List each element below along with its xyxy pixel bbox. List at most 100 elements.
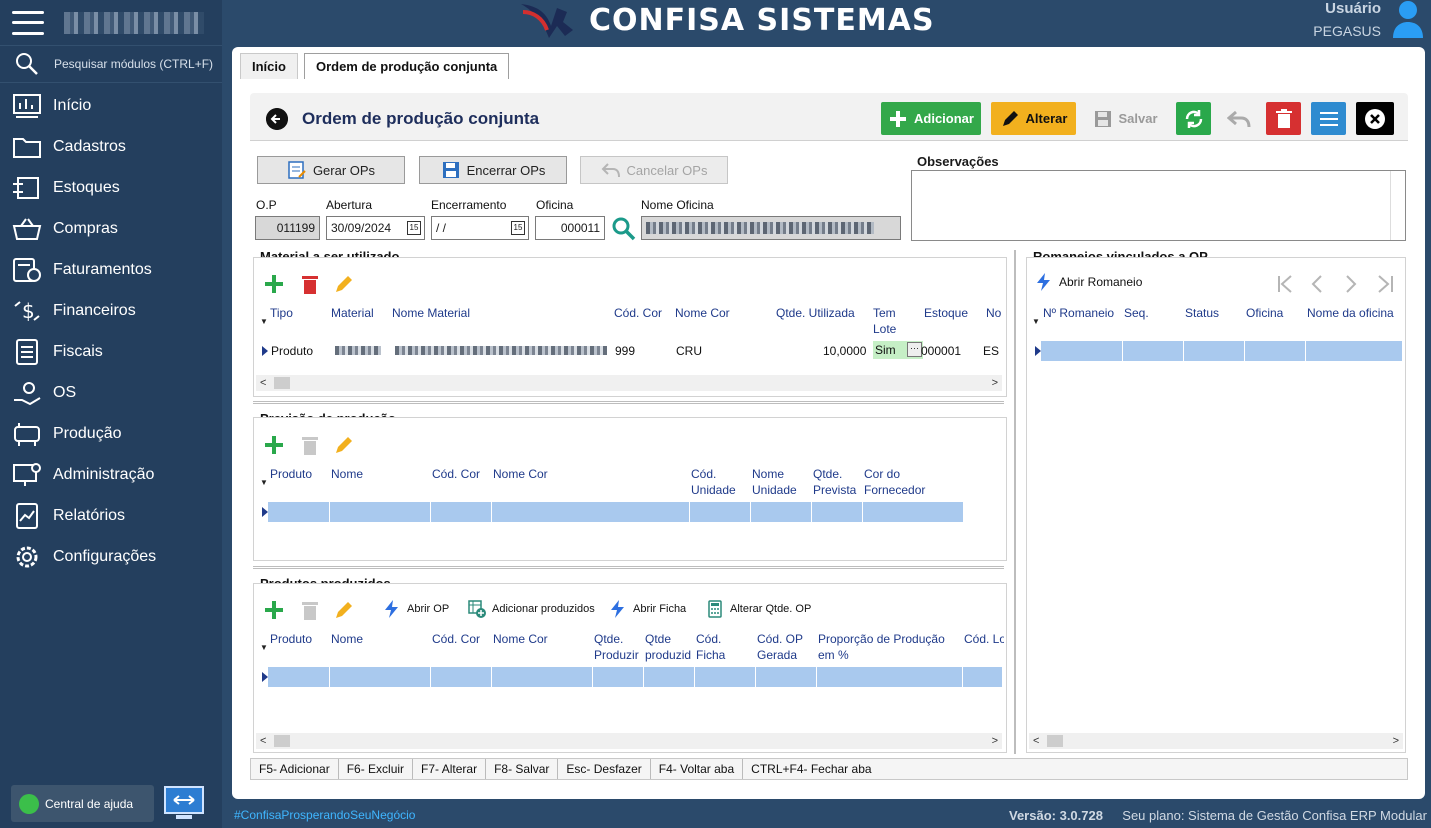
col-cod-cor[interactable]: Cód. Cor [614,305,662,321]
col-cod-unidade[interactable]: Cód. Unidade [691,466,743,498]
col-produto[interactable]: Produto [270,631,312,647]
plus-icon[interactable] [263,434,285,456]
tab-inicio[interactable]: Início [240,53,298,79]
open-op-button[interactable]: Abrir OP [383,600,449,618]
plus-icon[interactable] [263,273,285,295]
col-nome-cor[interactable]: Nome Cor [675,305,730,321]
col-tem-lote[interactable]: Tem Lote [873,305,909,337]
col-nome-cor[interactable]: Nome Cor [493,466,548,482]
scroll-right-icon[interactable]: > [992,735,998,747]
cell-tem-lote[interactable]: Sim ··· [873,341,923,359]
calendar-icon[interactable]: 15 [407,221,421,235]
col-qtde-produzid[interactable]: Qtde produzid [645,631,695,663]
col-qtde-prevista[interactable]: Qtde. Prevista [813,466,865,498]
trash-icon[interactable] [299,599,321,621]
col-nome-cor[interactable]: Nome Cor [493,631,548,647]
generate-ops-button[interactable]: Gerar OPs [257,156,405,184]
col-nome-material[interactable]: Nome Material [392,305,470,321]
table-row[interactable] [268,502,963,522]
ellipsis-button[interactable]: ··· [907,342,922,357]
sidebar-item-estoques[interactable]: Estoques [0,167,222,208]
col-no[interactable]: No [986,305,1001,321]
save-button[interactable]: Salvar [1088,102,1164,135]
delete-button[interactable] [1266,102,1301,135]
col-cod-ficha[interactable]: Cód. Ficha [696,631,746,663]
col-cor-fornecedor[interactable]: Cor do Fornecedor [864,466,954,498]
closing-date-field[interactable]: / / 15 [431,216,529,240]
observations-textarea[interactable] [911,170,1406,241]
footer-hashtag[interactable]: #ConfisaProsperandoSeuNegócio [234,808,415,822]
col-cod-cor[interactable]: Cód. Cor [432,631,480,647]
close-button[interactable] [1356,102,1394,135]
first-page-icon[interactable] [1278,275,1292,293]
refresh-button[interactable] [1176,102,1211,135]
tab-ordem-producao-conjunta[interactable]: Ordem de produção conjunta [303,53,510,79]
sidebar-item-os[interactable]: OS [0,372,222,413]
sidebar-item-administracao[interactable]: Administração [0,454,222,495]
search-icon[interactable] [611,216,637,242]
open-sheet-button[interactable]: Abrir Ficha [609,600,686,618]
trash-icon[interactable] [299,273,321,295]
col-seq[interactable]: Seq. [1124,305,1149,321]
edit-button[interactable]: Alterar [991,102,1076,135]
sidebar-item-faturamentos[interactable]: Faturamentos [0,249,222,290]
undo-button[interactable] [1221,102,1256,135]
col-cod-lote[interactable]: Cód. Lo [964,631,1004,647]
scroll-thumb[interactable] [274,735,290,747]
add-button[interactable]: Adicionar [881,102,981,135]
col-nome[interactable]: Nome [331,631,363,647]
pencil-icon[interactable] [333,434,355,456]
sidebar-item-fiscais[interactable]: Fiscais [0,331,222,372]
help-center-button[interactable]: Central de ajuda [11,785,154,822]
sidebar-item-financeiros[interactable]: $ Financeiros [0,290,222,331]
col-num-romaneio[interactable]: Nº Romaneio [1043,305,1114,321]
sidebar-item-configuracoes[interactable]: Configurações [0,536,222,577]
splitter[interactable] [253,566,1004,569]
table-row[interactable] [268,667,1002,687]
trash-icon[interactable] [299,434,321,456]
module-search[interactable]: Pesquisar módulos (CTRL+F) [0,45,222,83]
back-arrow-icon[interactable] [266,108,288,130]
table-row[interactable] [1041,341,1402,361]
col-estoque[interactable]: Estoque [924,305,968,321]
col-nome-unidade[interactable]: Nome Unidade [752,466,804,498]
material-hscrollbar[interactable]: < > [256,375,1002,391]
scroll-left-icon[interactable]: < [1033,735,1039,747]
sidebar-item-relatorios[interactable]: Relatórios [0,495,222,536]
next-page-icon[interactable] [1346,275,1357,293]
col-cod-cor[interactable]: Cód. Cor [432,466,480,482]
col-tipo[interactable]: Tipo [270,305,293,321]
col-qtde-produzir[interactable]: Qtde. Produzir [594,631,644,663]
col-proporcao[interactable]: Proporção de Produção em % [818,631,958,663]
col-oficina[interactable]: Oficina [1246,305,1283,321]
scroll-thumb[interactable] [1047,735,1063,747]
plus-icon[interactable] [263,599,285,621]
sidebar-item-cadastros[interactable]: Cadastros [0,126,222,167]
col-nome-oficina[interactable]: Nome da oficina [1307,305,1394,321]
splitter[interactable] [253,401,1004,404]
opening-date-field[interactable]: 30/09/2024 15 [326,216,425,240]
sidebar-item-producao[interactable]: Produção [0,413,222,454]
col-cod-op-gerada[interactable]: Cód. OP Gerada [757,631,812,663]
cancel-ops-button[interactable]: Cancelar OPs [580,156,728,184]
col-material[interactable]: Material [331,305,374,321]
col-produto[interactable]: Produto [270,466,312,482]
add-produced-button[interactable]: Adicionar produzidos [468,600,595,618]
scroll-thumb[interactable] [274,377,290,389]
observations-scrollbar[interactable] [1390,171,1405,240]
user-avatar-icon[interactable] [1391,0,1425,38]
close-ops-button[interactable]: Encerrar OPs [419,156,567,184]
last-page-icon[interactable] [1378,275,1393,293]
produced-hscrollbar[interactable]: < > [256,733,1002,749]
pencil-icon[interactable] [333,599,355,621]
scroll-right-icon[interactable]: > [992,377,998,389]
col-status[interactable]: Status [1185,305,1219,321]
workshop-field[interactable]: 000011 [535,216,605,240]
more-options-button[interactable] [1311,102,1346,135]
col-qtde-utilizada[interactable]: Qtde. Utilizada [776,305,855,321]
calendar-icon[interactable]: 15 [511,221,525,235]
romaneios-hscrollbar[interactable]: < > [1029,733,1403,749]
change-qty-button[interactable]: Alterar Qtde. OP [706,600,811,618]
user-info[interactable]: Usuário PEGASUS [1313,0,1381,39]
prev-page-icon[interactable] [1311,275,1322,293]
